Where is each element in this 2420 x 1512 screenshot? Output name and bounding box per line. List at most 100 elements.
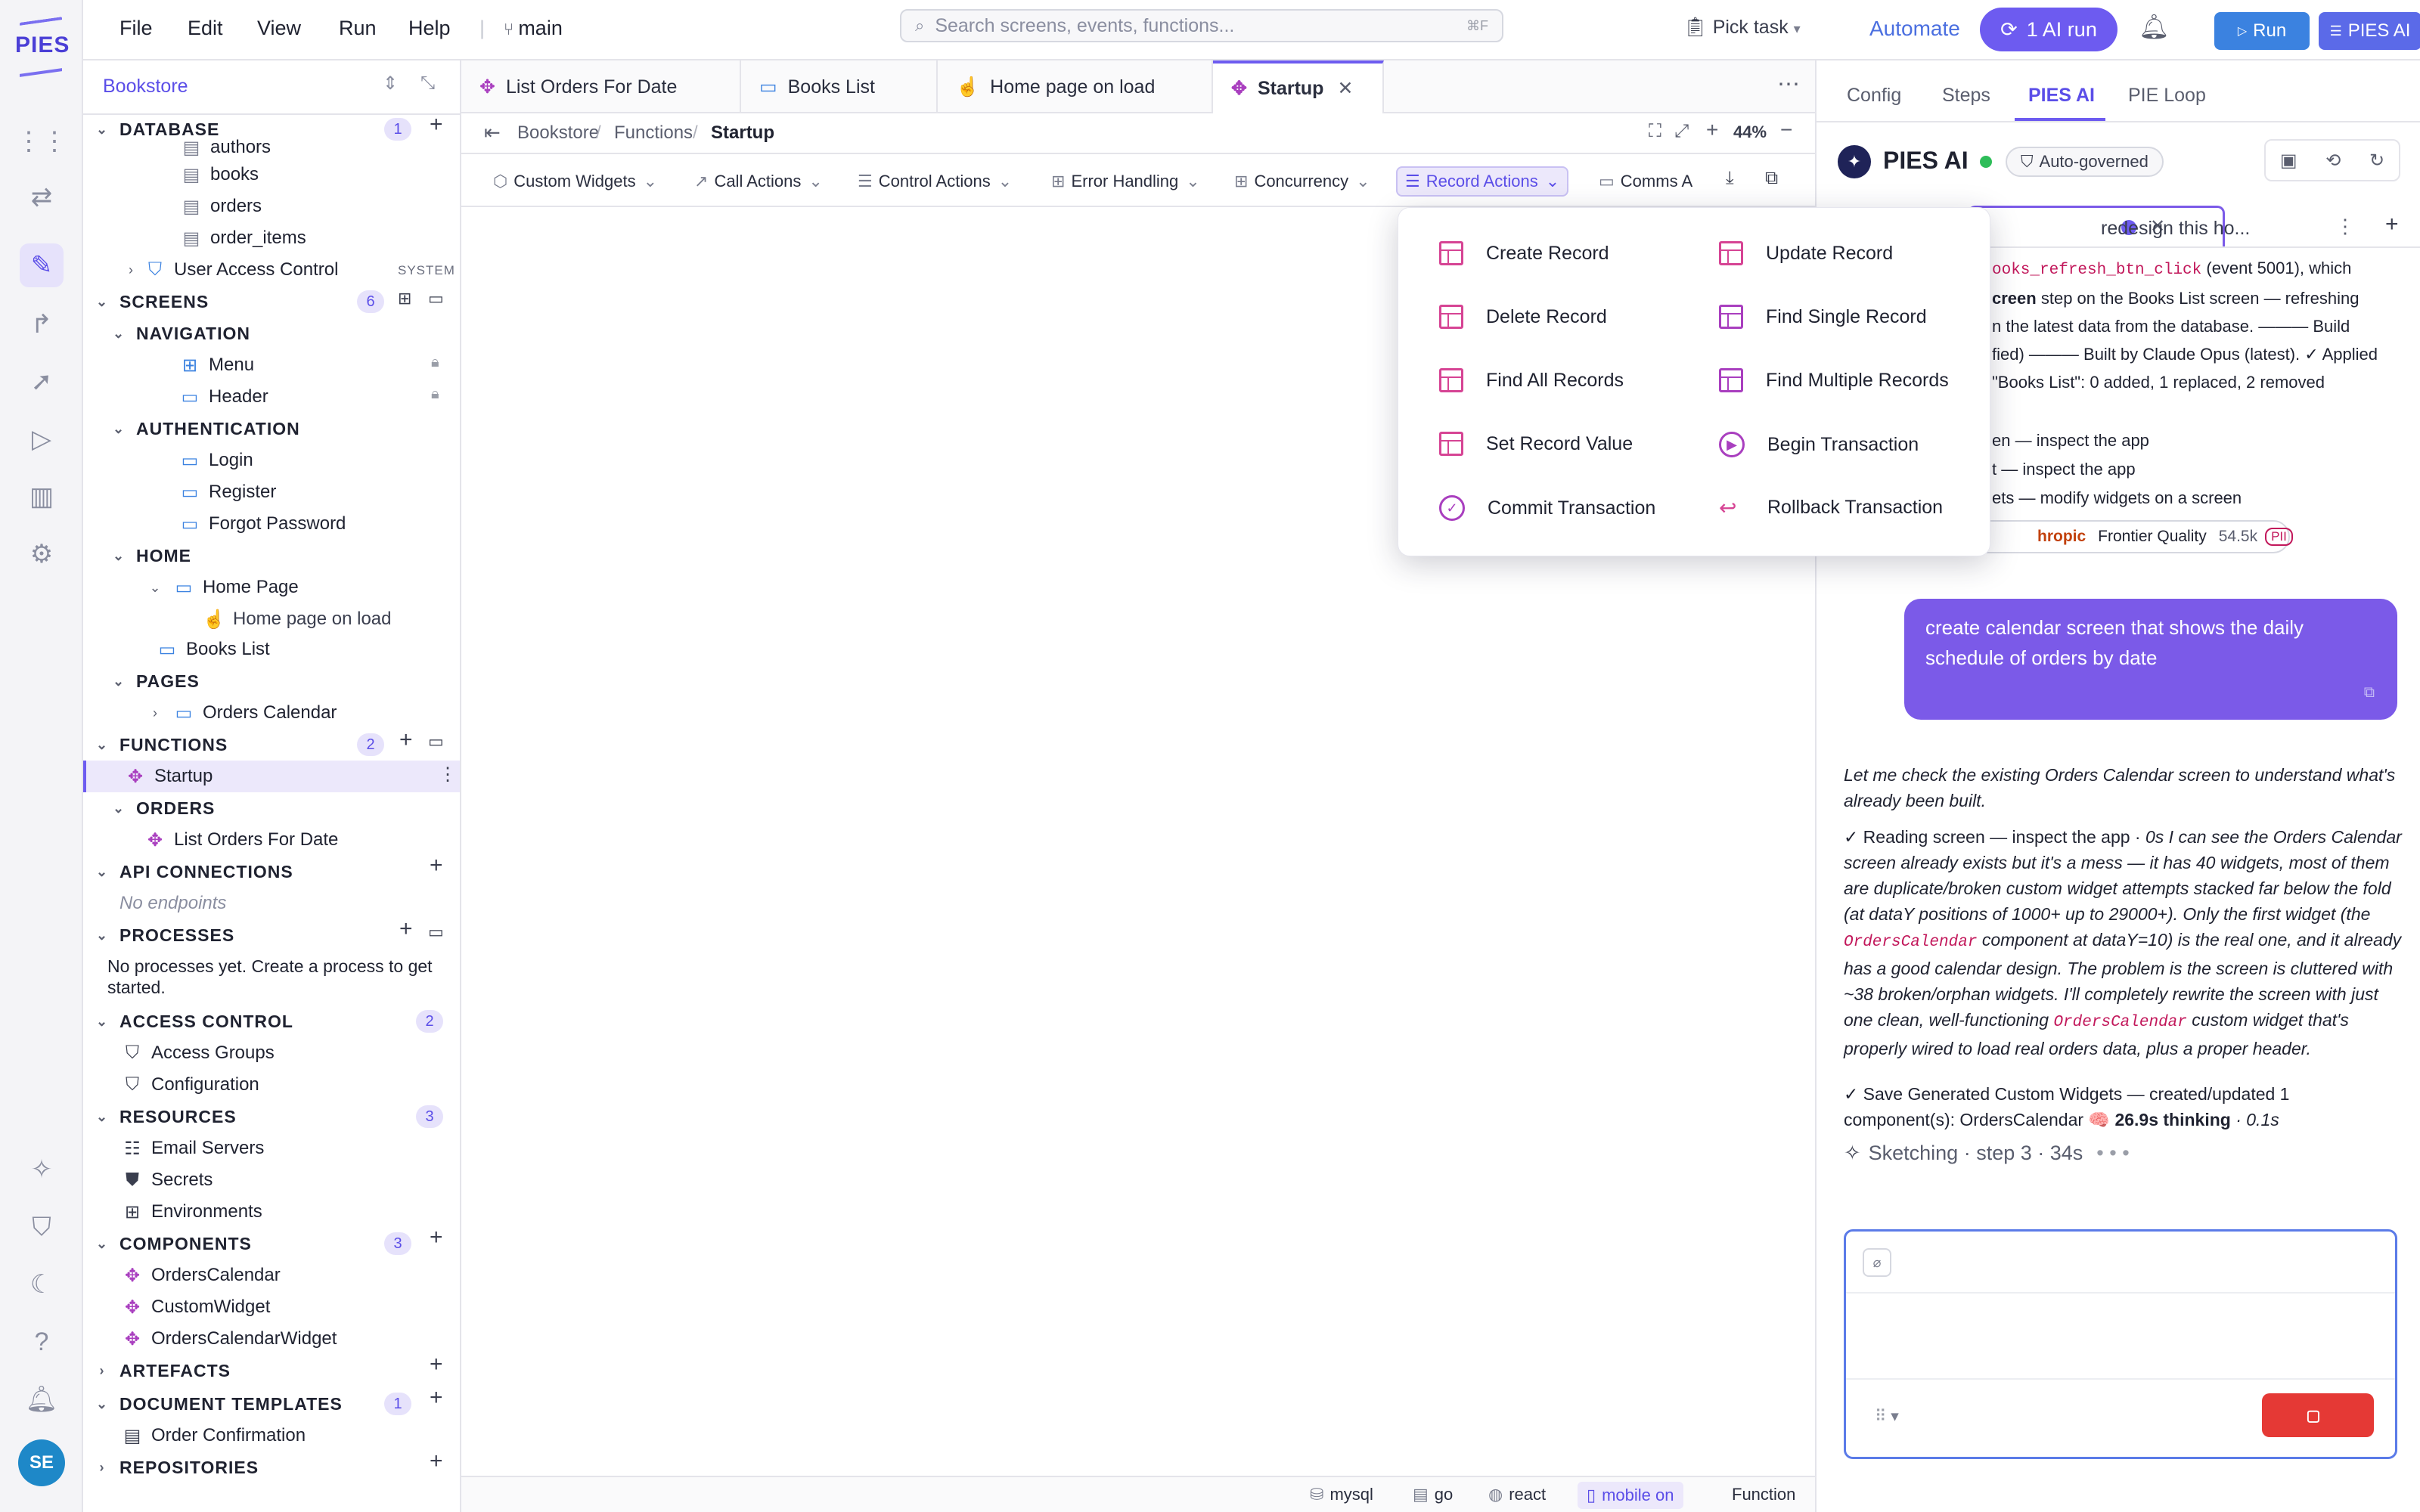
section-artefacts[interactable]: › ARTEFACTS <box>83 1355 460 1387</box>
apps-grid-icon[interactable]: ⋮⋮ <box>16 119 67 163</box>
new-chat-icon[interactable]: ▣ <box>2280 150 2297 172</box>
close-icon[interactable]: ✕ <box>1337 77 1353 100</box>
tree-item-header[interactable]: ▭ Header <box>83 381 460 413</box>
edit-mode-dropdown[interactable]: ⠿ ▾ <box>1875 1407 1899 1426</box>
tree-item-list-orders[interactable]: ✥ List Orders For Date <box>83 824 460 856</box>
tree-item-secrets[interactable]: ⛊ Secrets <box>83 1164 460 1196</box>
pies-ai-button[interactable]: ☰ PIES AI <box>2319 12 2420 50</box>
collapse-panel-icon[interactable]: ⇤ <box>484 121 501 144</box>
open-external-icon[interactable]: ⧉ <box>1765 168 1778 189</box>
toolbar-concurrency[interactable]: ⊞ Concurrency ⌄ <box>1234 166 1370 197</box>
swap-arrows-icon[interactable]: ⇄ <box>20 175 64 219</box>
tab-list-orders-for-date[interactable]: ✥ List Orders For Date <box>461 60 741 113</box>
tree-item-orders-calendar[interactable]: › ▭ Orders Calendar <box>83 697 460 729</box>
status-go[interactable]: ▤ go <box>1413 1485 1453 1504</box>
menu-item-begin-transaction[interactable]: ▶ Begin Transaction <box>1719 432 1919 457</box>
sparkle-icon[interactable]: ✧ <box>20 1148 64 1191</box>
add-table-button[interactable]: + <box>430 112 443 138</box>
section-resources[interactable]: ⌄ RESOURCES <box>83 1101 460 1132</box>
settings-gear-icon[interactable]: ⚙ <box>20 532 64 576</box>
new-session-plus-icon[interactable]: + <box>2385 212 2399 237</box>
copy-icon[interactable]: ⧉ <box>2364 677 2375 708</box>
tree-item-email-servers[interactable]: ☷ Email Servers <box>83 1132 460 1164</box>
tree-item-home-page[interactable]: ⌄ ▭ Home Page <box>83 572 460 603</box>
tree-item-table[interactable]: ▤ order_items <box>83 222 460 254</box>
menu-item-commit-transaction[interactable]: ✓ Commit Transaction <box>1439 495 1655 521</box>
group-navigation[interactable]: ⌄ NAVIGATION <box>83 318 460 349</box>
tree-item-table[interactable]: ▤ authors <box>83 136 460 159</box>
history-icon[interactable]: ⟲ <box>2325 150 2341 172</box>
tree-item-forgot-password[interactable]: ▭ Forgot Password <box>83 508 460 540</box>
more-horizontal-icon[interactable]: ⋯ <box>1777 71 1800 98</box>
add-template-button[interactable]: + <box>430 1385 443 1411</box>
status-react[interactable]: ◍ react <box>1488 1485 1546 1504</box>
add-component-button[interactable]: + <box>430 1225 443 1250</box>
toolbar-comms-actions[interactable]: ▭ Comms A <box>1599 166 1696 197</box>
tree-item-home-on-load[interactable]: ☝ Home page on load <box>83 603 460 635</box>
tree-item-table[interactable]: ▤ books <box>83 159 460 191</box>
bell-icon[interactable]: 🔔︎ <box>20 1377 64 1421</box>
shield-icon[interactable]: ⛉ <box>20 1205 64 1249</box>
run-button[interactable]: ▷ Run <box>2214 12 2310 50</box>
branch-selector[interactable]: ⑂ main <box>504 17 563 40</box>
tree-item-books-list[interactable]: ▭ Books List <box>83 634 460 665</box>
add-repository-button[interactable]: + <box>430 1448 443 1474</box>
toolbar-error-handling[interactable]: ⊞ Error Handling ⌄ <box>1051 166 1200 197</box>
toolbar-call-actions[interactable]: ↗ Call Actions ⌄ <box>694 166 823 197</box>
toolbar-custom-widgets[interactable]: ⬡ Custom Widgets ⌄ <box>493 166 657 197</box>
download-icon[interactable]: ⤓ <box>1726 168 1734 189</box>
tab-books-list[interactable]: ▭ Books List <box>741 60 938 113</box>
user-avatar[interactable]: SE <box>18 1439 65 1486</box>
add-folder-icon[interactable]: ▭ <box>428 732 444 751</box>
add-artefact-button[interactable]: + <box>430 1352 443 1377</box>
menu-view[interactable]: View <box>257 17 301 40</box>
tree-item-menu[interactable]: ⊞ Menu <box>83 349 460 381</box>
project-name[interactable]: Bookstore <box>103 76 188 98</box>
automate-link[interactable]: Automate <box>1869 17 1960 41</box>
tree-item-component[interactable]: ✥ OrdersCalendarWidget <box>83 1323 460 1355</box>
menu-item-delete-record[interactable]: Delete Record <box>1439 305 1607 329</box>
group-pages[interactable]: ⌄ PAGES <box>83 665 460 697</box>
add-screen-icon[interactable]: ⊞ <box>398 289 411 308</box>
tree-item-login[interactable]: ▭ Login <box>83 445 460 476</box>
attach-icon[interactable]: ⌀ <box>1863 1248 1891 1277</box>
status-mysql[interactable]: ⛁ mysql <box>1310 1485 1373 1504</box>
add-api-button[interactable]: + <box>430 853 443 878</box>
menu-run[interactable]: Run <box>339 17 377 40</box>
group-home[interactable]: ⌄ HOME <box>83 540 460 572</box>
tree-item-environments[interactable]: ⊞ Environments <box>83 1196 460 1228</box>
reset-icon[interactable]: ↻ <box>2369 150 2384 172</box>
menu-item-create-record[interactable]: Create Record <box>1439 241 1609 265</box>
model-info-chip[interactable]: hropic Frontier Quality 54.5k PII <box>1960 520 2293 553</box>
menu-item-find-all-records[interactable]: Find All Records <box>1439 368 1624 392</box>
rocket-icon[interactable]: ➚ <box>20 360 64 404</box>
menu-item-find-multiple-records[interactable]: Find Multiple Records <box>1719 368 1949 392</box>
expand-icon[interactable]: ⤢ <box>1674 121 1689 142</box>
notifications-bell-icon[interactable]: 🔔︎ <box>2139 12 2170 41</box>
tree-item-order-confirmation[interactable]: ▤ Order Confirmation <box>83 1420 460 1452</box>
stop-button[interactable]: ▢ <box>2262 1393 2374 1437</box>
auto-governed-badge[interactable]: ⛉ Auto-governed <box>2006 147 2164 177</box>
more-vertical-icon[interactable]: ⋮ <box>439 764 457 785</box>
add-function-button[interactable]: + <box>399 727 413 753</box>
tab-steps[interactable]: Steps <box>1942 85 1990 107</box>
add-folder-icon[interactable]: ▭ <box>428 922 444 942</box>
section-api-connections[interactable]: ⌄ API CONNECTIONS <box>83 856 460 888</box>
section-access-control[interactable]: ⌄ ACCESS CONTROL <box>83 1005 460 1037</box>
tree-item-configuration[interactable]: ⛉ Configuration <box>83 1069 460 1101</box>
menu-help[interactable]: Help <box>408 17 451 40</box>
zoom-in-icon[interactable]: + <box>1706 118 1718 142</box>
menu-file[interactable]: File <box>119 17 153 40</box>
global-search-input[interactable]: ⌕ Search screens, events, functions... ⌘… <box>900 9 1503 42</box>
moon-icon[interactable]: ☾ <box>20 1263 64 1306</box>
group-orders[interactable]: ⌄ ORDERS <box>83 792 460 824</box>
menu-item-set-record-value[interactable]: Set Record Value <box>1439 432 1633 456</box>
tree-item-table[interactable]: ▤ orders <box>83 191 460 222</box>
board-icon[interactable]: ▥ <box>20 475 64 519</box>
tab-home-page-on-load[interactable]: ☝ Home page on load <box>938 60 1213 113</box>
menu-item-update-record[interactable]: Update Record <box>1719 241 1893 265</box>
tab-startup[interactable]: ✥ Startup ✕ <box>1213 60 1384 113</box>
expand-icon[interactable]: ⇕ <box>383 73 398 94</box>
edit-icon[interactable]: ✎ <box>20 243 64 287</box>
more-vertical-icon[interactable]: ⋮ <box>2335 215 2355 238</box>
